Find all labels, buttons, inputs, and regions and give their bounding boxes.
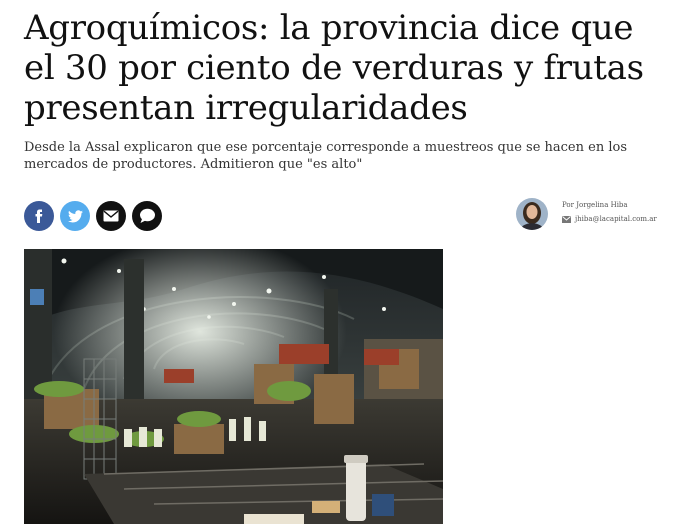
author-block: Por Jorgelina Hiba jhiba@lacapital.com.a…	[516, 198, 657, 230]
facebook-share-button[interactable]	[24, 201, 54, 231]
market-photo	[24, 249, 443, 524]
email-icon	[562, 215, 571, 223]
author-email-link[interactable]: jhiba@lacapital.com.ar	[575, 214, 657, 224]
article-photo[interactable]	[24, 249, 443, 524]
author-byline[interactable]: Por Jorgelina Hiba	[562, 200, 657, 210]
article-subheadline: Desde la Assal explicaron que ese porcen…	[24, 140, 627, 172]
email-share-button[interactable]	[96, 201, 126, 231]
comment-share-button[interactable]	[132, 201, 162, 231]
twitter-icon	[67, 209, 83, 222]
email-icon	[103, 210, 119, 222]
comment-icon	[139, 208, 155, 223]
author-avatar[interactable]	[516, 198, 548, 230]
twitter-share-button[interactable]	[60, 201, 90, 231]
share-bar	[24, 201, 162, 231]
facebook-icon	[35, 209, 43, 223]
article-headline: Agroquímicos: la provincia dice que el 3…	[24, 8, 644, 128]
